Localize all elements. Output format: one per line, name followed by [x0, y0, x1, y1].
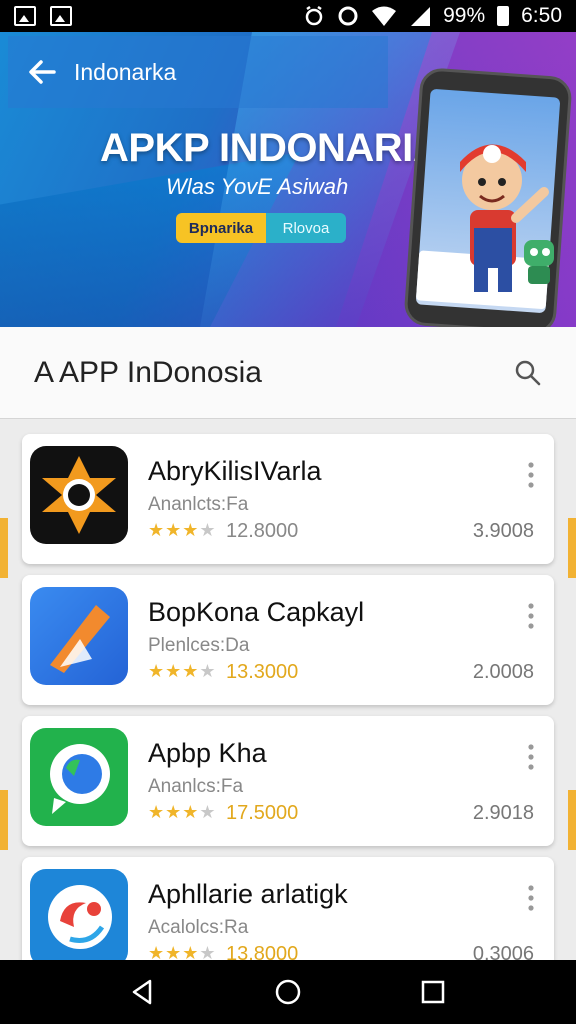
more-options-icon[interactable] [528, 885, 534, 911]
robot-illustration [524, 240, 554, 284]
edge-accent [568, 790, 576, 850]
app-icon-star [30, 446, 128, 544]
battery-percent: 99% [443, 4, 486, 27]
edge-accent [0, 790, 8, 850]
app-card[interactable]: BopKona Capkayl Plenlces:Da ★★★★ 13.3000… [22, 575, 554, 705]
alarm-icon [305, 5, 323, 26]
image-notification-icon [50, 6, 72, 26]
back-icon[interactable] [128, 977, 158, 1007]
banner-tagline: Wlas YovE Asiwah [166, 174, 349, 199]
app-icon-pencil [30, 587, 128, 685]
more-options-icon[interactable] [528, 744, 534, 770]
clock: 6:50 [521, 4, 562, 27]
app-size: 2.9018 [472, 802, 534, 824]
app-name: AbryKilisIVarla [148, 456, 322, 486]
app-list: AbryKilisIVarla Ananlcts:Fa ★★★★ 12.8000… [22, 434, 554, 998]
search-bar[interactable]: A APP InDonosia [0, 327, 576, 419]
signal-icon [411, 7, 431, 26]
download-count: 13.3000 [226, 661, 299, 683]
more-options-icon[interactable] [528, 603, 534, 629]
app-developer: Ananlcs:Fa [148, 776, 244, 797]
app-bar: Indonarka [8, 36, 388, 108]
edge-accent [568, 518, 576, 578]
download-count: 12.8000 [226, 520, 299, 542]
sync-icon [338, 6, 358, 26]
rating-stars: ★★★★ [148, 520, 217, 540]
app-developer: Acalolcs:Ra [148, 917, 249, 938]
app-name: Apbp Kha [148, 738, 267, 768]
home-icon[interactable] [273, 977, 303, 1007]
banner-primary-button[interactable]: Bpnarika [176, 213, 266, 243]
status-bar: 99% 6:50 [0, 0, 576, 32]
app-name: Aphllarie arlatigk [148, 879, 348, 909]
search-icon[interactable] [514, 359, 542, 387]
promo-banner[interactable]: Indonarka APKP INDONARIA Wlas YovE Asiwa… [0, 32, 576, 327]
app-developer: Ananlcts:Fa [148, 494, 249, 515]
gallery-notification-icon [14, 6, 36, 26]
banner-headline: APKP INDONARIA [100, 126, 442, 170]
banner-secondary-button[interactable]: Rlovoa [266, 213, 346, 243]
system-nav-bar [0, 960, 576, 1024]
search-query[interactable]: A APP InDonosia [34, 356, 262, 390]
page-title: Indonarka [74, 58, 177, 85]
app-size: 2.0008 [472, 661, 534, 683]
app-icon-chat [30, 728, 128, 826]
app-size: 3.9008 [472, 520, 534, 542]
download-count: 17.5000 [226, 802, 299, 824]
app-developer: Plenlces:Da [148, 635, 250, 656]
edge-accent [0, 518, 8, 578]
app-card[interactable]: AbryKilisIVarla Ananlcts:Fa ★★★★ 12.8000… [22, 434, 554, 564]
more-options-icon[interactable] [528, 462, 534, 488]
rating-stars: ★★★★ [148, 802, 217, 822]
recents-icon[interactable] [418, 977, 448, 1007]
back-arrow-icon[interactable] [26, 56, 58, 88]
app-card[interactable]: Apbp Kha Ananlcs:Fa ★★★★ 17.5000 2.9018 [22, 716, 554, 846]
battery-icon [497, 6, 510, 26]
app-icon-messenger [30, 869, 128, 967]
wifi-icon [372, 6, 397, 26]
rating-stars: ★★★★ [148, 661, 217, 681]
app-name: BopKona Capkayl [148, 597, 365, 627]
